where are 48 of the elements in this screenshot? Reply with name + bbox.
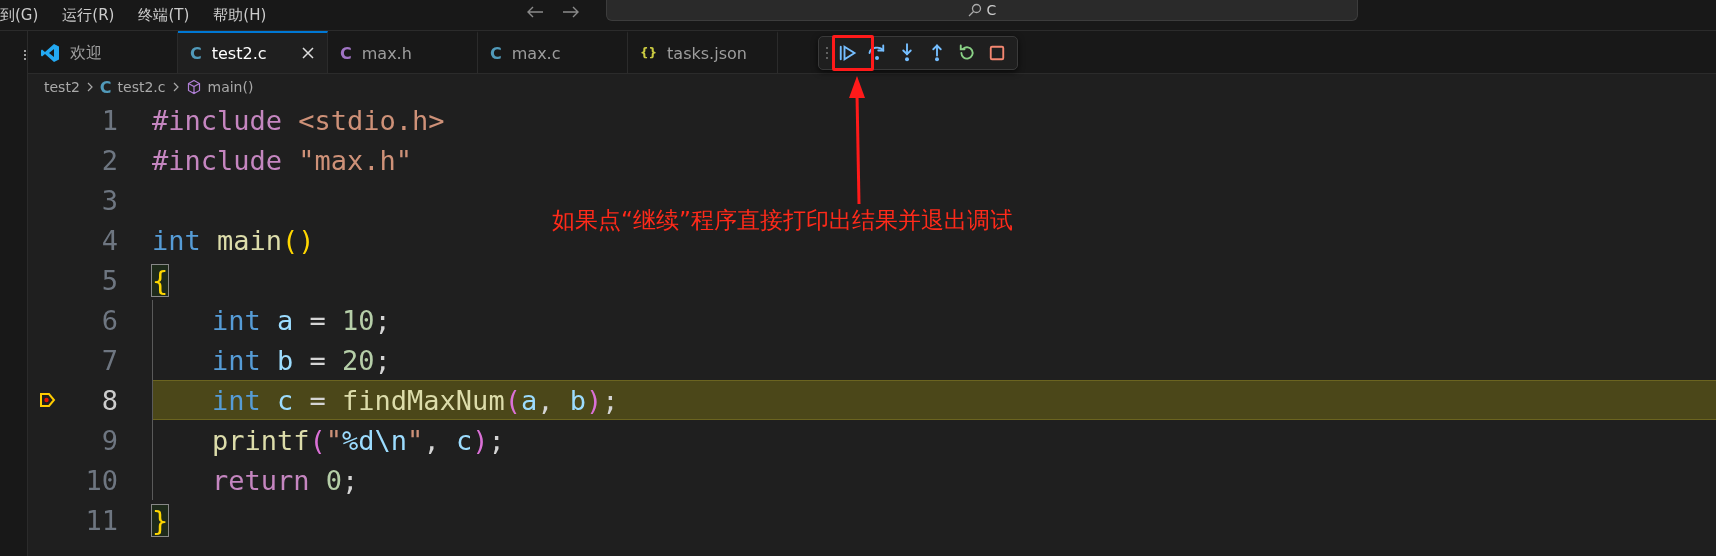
highlight-frame (832, 35, 874, 71)
line-number: 4 (100, 224, 118, 256)
cube-icon (185, 79, 202, 95)
line-number: 1 (100, 104, 118, 136)
line-number: 3 (100, 184, 118, 216)
drag-handle-icon[interactable] (825, 45, 829, 61)
file-type-icon: C (190, 43, 202, 63)
code-line: int main() (152, 224, 315, 256)
menu-item[interactable]: 到(G) (0, 5, 39, 25)
continue-icon (837, 43, 857, 63)
annotation-text: 如果点“继续”程序直接打印出结果并退出调试 (552, 206, 1013, 235)
file-type-icon: C (490, 43, 502, 63)
menu-item[interactable]: 运行(R) (62, 5, 115, 25)
line-number: 10 (84, 464, 118, 496)
forward-arrow-icon[interactable] (562, 5, 581, 19)
file-type-icon: {} (640, 46, 658, 60)
code-line: printf("%d\n", c); (212, 424, 505, 456)
breadcrumb-item[interactable]: test2.c (117, 79, 166, 95)
back-arrow-icon[interactable] (526, 5, 545, 19)
more-icon[interactable] (23, 49, 27, 61)
line-number: 8 (100, 384, 118, 416)
breadcrumb-item[interactable]: test2 (44, 79, 80, 95)
code-line: int a = 10; (212, 304, 391, 336)
editor-tab[interactable]: C test2.c (178, 31, 328, 73)
step-over-icon (867, 43, 887, 63)
close-icon[interactable] (301, 46, 315, 60)
editor-logo-icon (40, 43, 60, 63)
line-number: 9 (100, 424, 118, 456)
menu-item[interactable]: 帮助(H) (213, 5, 267, 25)
code-line: int b = 20; (212, 344, 391, 376)
line-number: 7 (100, 344, 118, 376)
search-field[interactable]: C (606, 0, 1359, 21)
line-number: 5 (100, 264, 118, 296)
line-number: 11 (84, 504, 118, 536)
code-line: #include <stdio.h> (152, 104, 445, 136)
search-icon (968, 3, 983, 17)
chevron-icon (171, 81, 180, 93)
chevron-icon (85, 81, 94, 93)
code-line: #include "max.h" (152, 144, 413, 176)
breadcrumb-item[interactable]: main() (207, 79, 254, 95)
file-type-icon: C (340, 43, 352, 63)
menu-item[interactable]: 终端(T) (138, 5, 190, 25)
line-number: 6 (100, 304, 118, 336)
stop-icon (987, 43, 1007, 63)
code-line: return 0; (212, 464, 359, 496)
file-type-icon: C (99, 77, 112, 97)
line-number: 2 (100, 144, 118, 176)
code-line: int c = findMaxNum(a, b); (212, 384, 619, 416)
